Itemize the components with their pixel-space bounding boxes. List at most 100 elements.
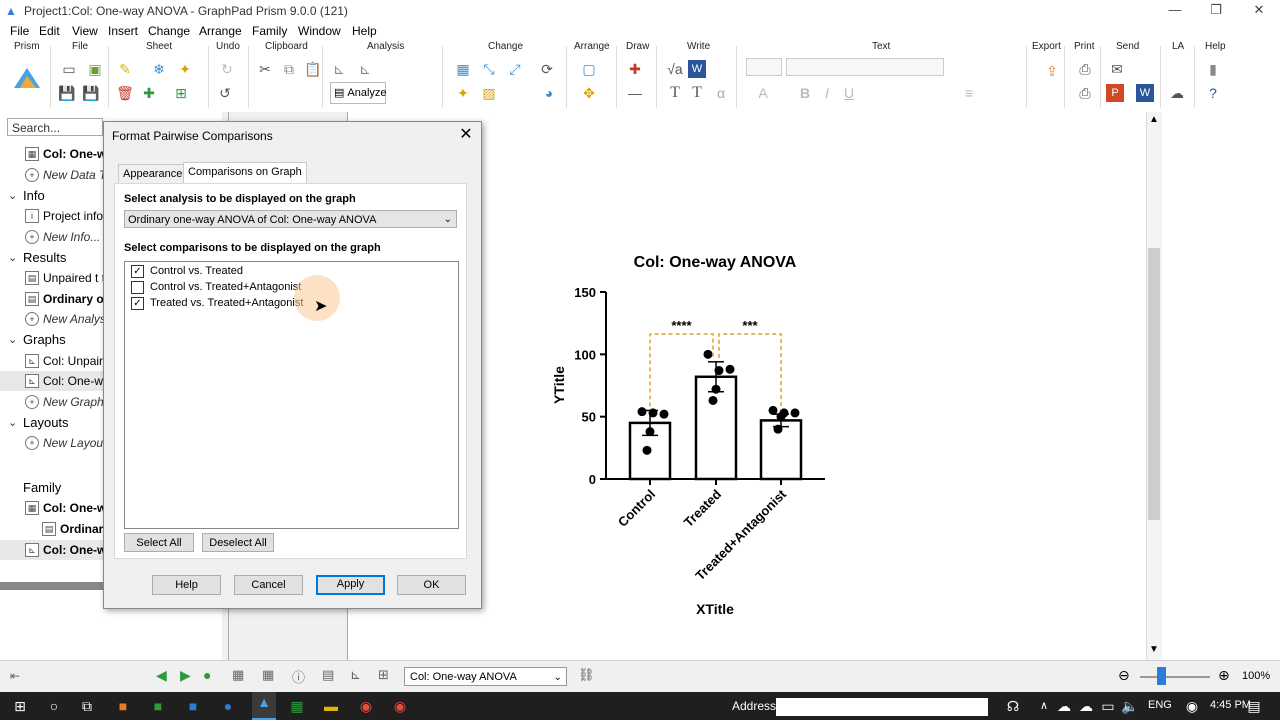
cancel-button[interactable]: Cancel	[234, 575, 303, 595]
tab-comparisons-on-graph[interactable]: Comparisons on Graph	[183, 162, 307, 184]
rotate-icon[interactable]: ⟳	[538, 60, 556, 78]
italic-icon[interactable]: I	[818, 84, 836, 102]
menu-window[interactable]: Window	[298, 24, 341, 38]
paste-icon[interactable]: 📋	[304, 60, 322, 78]
help-button[interactable]: Help	[152, 575, 221, 595]
record-icon[interactable]: ◉	[390, 696, 410, 716]
people-icon[interactable]: ☊	[1003, 696, 1023, 716]
cut-icon[interactable]: ✂	[256, 60, 274, 78]
volume-icon[interactable]: 🔈	[1120, 696, 1140, 716]
font-grow-icon[interactable]: A	[754, 84, 772, 102]
zoom-in-icon[interactable]: ⊕	[1218, 667, 1230, 684]
word-icon[interactable]: W	[688, 60, 706, 78]
help-icon[interactable]: ?	[1204, 84, 1222, 102]
comparison-checkbox[interactable]: ✓	[131, 265, 144, 278]
language-indicator[interactable]: ENG	[1148, 699, 1172, 711]
app-s2-icon[interactable]: ■	[183, 696, 203, 716]
format-wand-icon[interactable]: ✦	[454, 84, 472, 102]
cloud-la-icon[interactable]: ☁	[1168, 84, 1186, 102]
graph-sheet-icon[interactable]: ⊾	[350, 667, 361, 683]
change-graph-type-icon[interactable]: ▦	[454, 60, 472, 78]
comparison-checkbox[interactable]: ✓	[131, 297, 144, 310]
search-input[interactable]: Search...	[7, 118, 103, 136]
menu-help[interactable]: Help	[352, 24, 377, 38]
save-icon[interactable]: 💾	[58, 84, 76, 102]
tray-chevron-icon[interactable]: ∧	[1034, 696, 1054, 716]
maximize-button[interactable]: ❐	[1201, 2, 1231, 20]
zoom-slider[interactable]	[1140, 676, 1210, 678]
menu-arrange[interactable]: Arrange	[199, 24, 242, 38]
delete-sheet-icon[interactable]: 🗑	[116, 84, 134, 102]
menu-file[interactable]: File	[10, 24, 29, 38]
dialog-close-button[interactable]: ✕	[457, 126, 475, 144]
data-table-icon[interactable]: ▦	[262, 667, 274, 683]
snowflake-icon[interactable]: ❄	[150, 60, 168, 78]
gallery-icon[interactable]: ▦	[232, 667, 244, 683]
layout-sheet-icon[interactable]: ⊞	[378, 667, 389, 683]
new-file-icon[interactable]: ▭	[60, 60, 78, 78]
link-icon[interactable]: ⛓	[578, 667, 595, 683]
prism-taskbar-icon[interactable]: ▲	[252, 692, 276, 720]
select-all-button[interactable]: Select All	[124, 533, 194, 552]
excel-icon[interactable]: ▦	[287, 696, 307, 716]
powerpoint-icon[interactable]: P	[1106, 84, 1124, 102]
chevron-down-icon[interactable]: ⌄	[8, 186, 17, 206]
xy-chart-icon[interactable]: ⊾	[330, 60, 348, 78]
address-input[interactable]	[776, 698, 988, 716]
cloud-tray-icon[interactable]: ☁	[1054, 696, 1074, 716]
bold-icon[interactable]: B	[796, 84, 814, 102]
magic-wand-icon[interactable]: ✦	[176, 60, 194, 78]
equation-icon[interactable]: √a	[666, 60, 684, 78]
align-icon[interactable]: ✥	[580, 84, 598, 102]
minimize-button[interactable]: —	[1160, 2, 1190, 20]
font-name-select[interactable]	[786, 58, 944, 76]
scrollbar-thumb[interactable]	[1148, 248, 1160, 520]
app-s-icon[interactable]: ■	[113, 696, 133, 716]
analysis-select[interactable]: Ordinary one-way ANOVA of Col: One-way A…	[124, 210, 457, 228]
zoom-slider-handle[interactable]	[1157, 667, 1166, 685]
tray-app-icon[interactable]: ◉	[1182, 696, 1202, 716]
tab-appearance[interactable]: Appearance	[118, 164, 188, 183]
apply-button[interactable]: Apply	[316, 575, 385, 595]
color-scheme-icon[interactable]: ◕	[540, 84, 558, 102]
search-icon[interactable]: ○	[44, 696, 64, 716]
menu-family[interactable]: Family	[252, 24, 287, 38]
comparison-checkbox[interactable]	[131, 281, 144, 294]
results-sheet-icon[interactable]: ▤	[322, 667, 334, 683]
scale-icon[interactable]: ⤢	[506, 60, 524, 78]
navigator-splitter[interactable]	[0, 582, 104, 590]
format-graph-icon[interactable]: ▨	[480, 84, 498, 102]
trend-icon[interactable]: ⊾	[356, 60, 374, 78]
chevron-down-icon[interactable]: ⌄	[8, 413, 17, 433]
text-box-icon[interactable]: T	[688, 84, 706, 102]
greek-icon[interactable]: α	[712, 84, 730, 102]
network-icon[interactable]: ☁	[1076, 696, 1096, 716]
new-sheet-icon[interactable]: ✚	[140, 84, 158, 102]
email-icon[interactable]: ✉	[1108, 60, 1126, 78]
help-book-icon[interactable]: ▮	[1204, 60, 1222, 78]
save-as-icon[interactable]: 💾	[82, 84, 100, 102]
menu-insert[interactable]: Insert	[108, 24, 138, 38]
notifications-icon[interactable]: ▤	[1244, 696, 1264, 716]
deselect-all-button[interactable]: Deselect All	[202, 533, 274, 552]
power-icon[interactable]: ▭	[1098, 696, 1118, 716]
zoom-out-icon[interactable]: ⊖	[1118, 667, 1130, 684]
underline-icon[interactable]: U	[840, 84, 858, 102]
send-word-icon[interactable]: W	[1136, 84, 1154, 102]
export-icon[interactable]: ⇪	[1038, 62, 1066, 90]
task-view-icon[interactable]: ⧉	[77, 696, 97, 716]
text-icon[interactable]: T	[666, 84, 684, 102]
app-blue-icon[interactable]: ●	[218, 696, 238, 716]
prev-sheet-icon[interactable]: ◀	[156, 667, 167, 684]
scroll-down-icon[interactable]: ▼	[1149, 644, 1159, 655]
scroll-up-icon[interactable]: ▲	[1149, 114, 1159, 125]
print-icon[interactable]: ⎙	[1076, 60, 1094, 78]
chevron-down-icon[interactable]: ⌄	[8, 330, 17, 350]
highlight-icon[interactable]: ✎	[116, 60, 134, 78]
menu-edit[interactable]: Edit	[39, 24, 60, 38]
collapse-navigator-icon[interactable]: ⇤	[10, 669, 20, 683]
chevron-down-icon[interactable]: ⌄	[8, 248, 17, 268]
font-size-select[interactable]	[746, 58, 782, 76]
arrange-icon[interactable]: ▢	[580, 60, 598, 78]
windows-start-icon[interactable]: ⊞	[10, 696, 30, 716]
